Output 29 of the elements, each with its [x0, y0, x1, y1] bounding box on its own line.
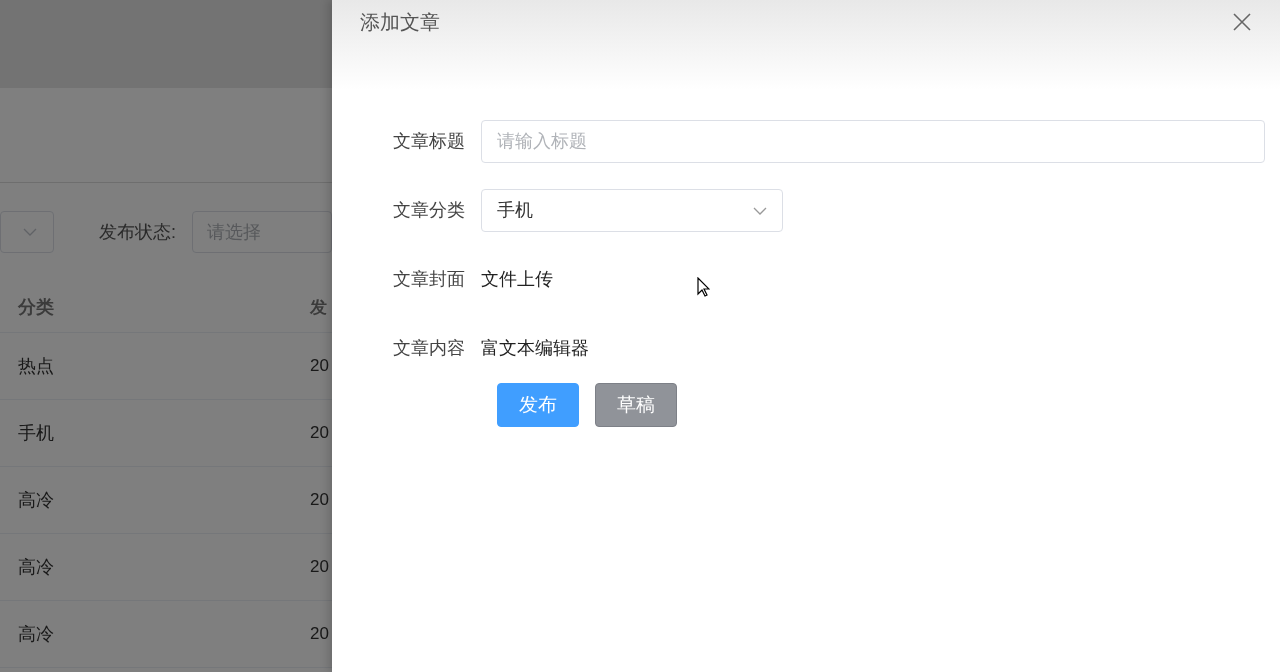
category-select[interactable]: 手机: [481, 189, 783, 232]
select-field[interactable]: [0, 211, 54, 253]
table-cell-text: 热点: [18, 354, 55, 378]
field-text: 富文本编辑器: [481, 337, 589, 360]
filter-label: 发布状态:: [99, 220, 176, 244]
chevron-down-icon: [753, 206, 767, 215]
table-cell-text: 高冷: [18, 555, 55, 579]
table-cell-text: 20: [310, 422, 329, 445]
form-label: 文章封面: [392, 268, 466, 291]
table-cell-text: 高冷: [18, 622, 55, 646]
title-input[interactable]: 请输入标题: [481, 120, 1265, 163]
publish-button[interactable]: 发布: [497, 383, 579, 427]
field-text: 文件上传: [481, 268, 553, 291]
table-cell-text: 高冷: [18, 488, 55, 512]
table-cell-text: 手机: [18, 421, 55, 445]
table-cell-text: 20: [310, 489, 329, 512]
table-cell-text: 20: [310, 355, 329, 378]
table-cell-text: 20: [310, 623, 329, 646]
column-header: 发: [310, 296, 327, 319]
chevron-down-icon: [23, 228, 37, 236]
draft-button[interactable]: 草稿: [595, 383, 677, 427]
column-header: 分类: [18, 296, 55, 319]
form-label: 文章分类: [392, 199, 466, 222]
close-button[interactable]: [1232, 12, 1252, 32]
drawer-title: 添加文章: [360, 10, 440, 35]
cursor-icon: [697, 277, 710, 297]
form-label: 文章内容: [392, 337, 466, 360]
table-cell-text: 20: [310, 556, 329, 579]
form-label: 文章标题: [392, 130, 466, 153]
